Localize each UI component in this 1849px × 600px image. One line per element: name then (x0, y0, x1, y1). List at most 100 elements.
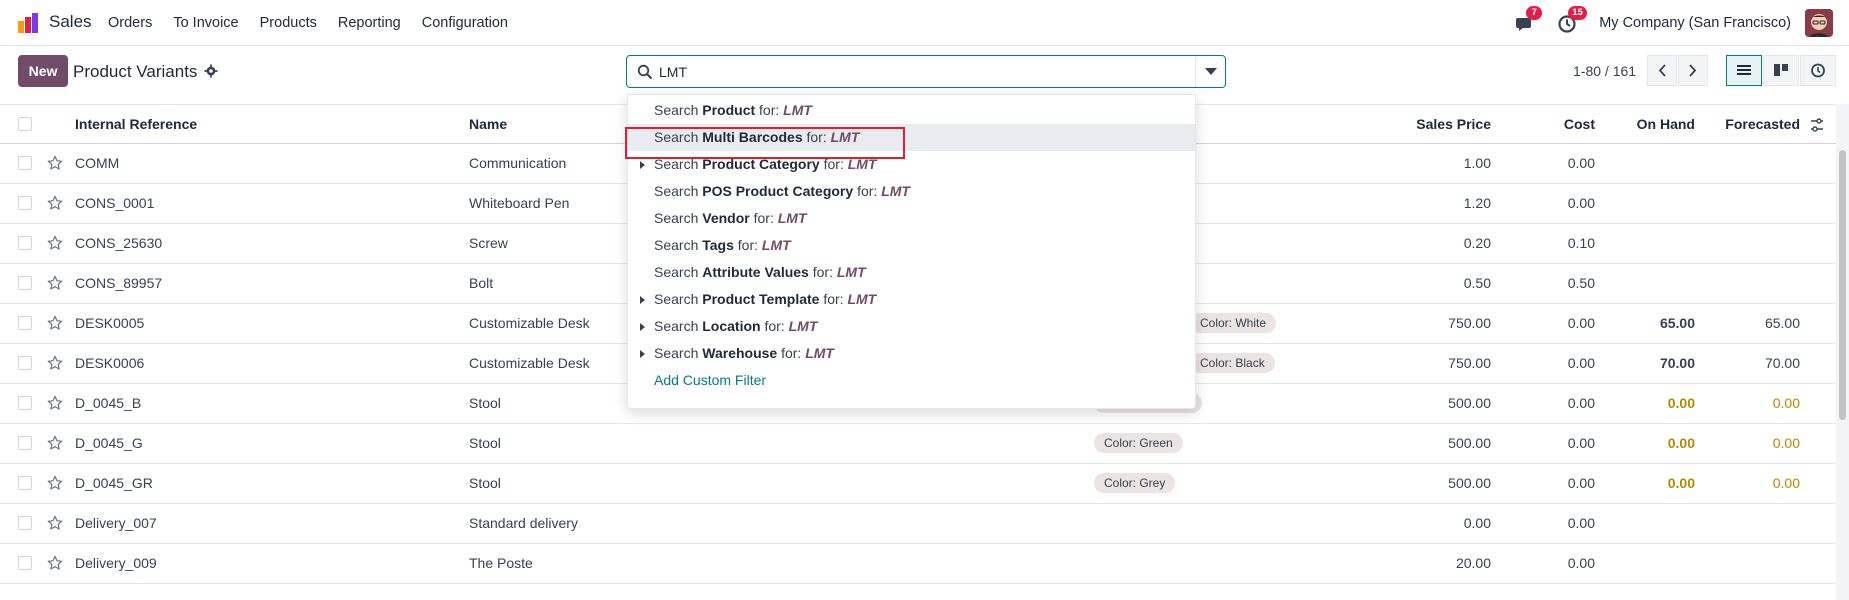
star-icon[interactable] (47, 155, 63, 171)
row-checkbox[interactable] (18, 396, 32, 410)
star-icon[interactable] (47, 435, 63, 451)
select-all-checkbox[interactable] (18, 117, 32, 131)
table-row[interactable]: Delivery_007 Standard delivery 0.00 0.00 (0, 504, 1836, 544)
new-button[interactable]: New (18, 55, 68, 87)
cell-internal-reference: DESK0005 (75, 315, 145, 331)
menu-orders[interactable]: Orders (108, 15, 152, 31)
search-field: Location (702, 318, 761, 334)
pager-value[interactable]: 1-80 / 161 (1573, 63, 1636, 79)
search-field: Multi Barcodes (702, 129, 803, 145)
row-checkbox[interactable] (18, 236, 32, 250)
table-row[interactable]: Delivery_009 The Poste 20.00 0.00 (0, 544, 1836, 584)
search-field: Vendor (702, 210, 750, 226)
star-icon[interactable] (47, 195, 63, 211)
pager-next-button[interactable] (1678, 55, 1708, 86)
row-checkbox[interactable] (18, 156, 32, 170)
search-input[interactable] (659, 56, 1179, 87)
cell-forecasted: 65.00 (1764, 315, 1800, 331)
row-checkbox[interactable] (18, 196, 32, 210)
search-box[interactable] (626, 55, 1226, 88)
search-field: POS Product Category (702, 183, 854, 199)
menu-configuration[interactable]: Configuration (422, 15, 508, 31)
table-row[interactable]: D_0045_G Stool Color: Green 500.00 0.00 … (0, 424, 1836, 464)
search-for: for: (823, 156, 844, 172)
search-for: for: (764, 318, 785, 334)
menu-to-invoice[interactable]: To Invoice (173, 15, 238, 31)
search-option-vendor[interactable]: Search Vendor for: LMT (628, 205, 1195, 232)
cell-name: Stool (469, 435, 501, 451)
star-icon[interactable] (47, 315, 63, 331)
star-icon[interactable] (47, 355, 63, 371)
column-on-hand[interactable]: On Hand (1575, 116, 1695, 132)
column-internal-reference[interactable]: Internal Reference (75, 116, 197, 132)
messages-button[interactable]: 7 (1515, 6, 1543, 34)
scrollbar[interactable] (1836, 104, 1849, 600)
add-custom-filter[interactable]: Add Custom Filter (628, 367, 1195, 394)
search-option-warehouse[interactable]: Search Warehouse for: LMT (628, 340, 1195, 367)
caret-right-icon[interactable] (640, 350, 645, 358)
search-option-location[interactable]: Search Location for: LMT (628, 313, 1195, 340)
cell-sales-price: 500.00 (1448, 395, 1491, 411)
cell-forecasted: 0.00 (1772, 395, 1800, 411)
search-option-product[interactable]: Search Product for: LMT (628, 97, 1195, 124)
search-for: for: (806, 129, 827, 145)
star-icon[interactable] (47, 475, 63, 491)
row-checkbox[interactable] (18, 316, 32, 330)
search-option-pos-product-category[interactable]: Search POS Product Category for: LMT (628, 178, 1195, 205)
star-icon[interactable] (47, 235, 63, 251)
app-name[interactable]: Sales (49, 12, 92, 32)
optional-columns-icon[interactable] (1809, 117, 1825, 133)
row-checkbox[interactable] (18, 476, 32, 490)
column-sales-price[interactable]: Sales Price (1371, 116, 1491, 132)
kanban-view-button[interactable] (1763, 55, 1799, 86)
search-query: LMT (881, 183, 910, 199)
list-view-button[interactable] (1726, 55, 1762, 86)
sales-app-icon[interactable] (16, 11, 40, 35)
star-icon[interactable] (47, 555, 63, 571)
menu-reporting[interactable]: Reporting (338, 15, 401, 31)
search-option-attribute-values[interactable]: Search Attribute Values for: LMT (628, 259, 1195, 286)
table-row[interactable]: D_0045_GR Stool Color: Grey 500.00 0.00 … (0, 464, 1836, 504)
gear-icon[interactable] (204, 64, 218, 78)
activities-button[interactable]: 15 (1557, 6, 1587, 34)
cell-sales-price: 500.00 (1448, 475, 1491, 491)
menu-products[interactable]: Products (260, 15, 317, 31)
search-for: for: (737, 237, 759, 253)
search-option-product-template[interactable]: Search Product Template for: LMT (628, 286, 1195, 313)
top-navbar: Sales Orders To Invoice Products Reporti… (0, 0, 1849, 46)
search-options-toggle[interactable] (1195, 56, 1225, 87)
row-checkbox[interactable] (18, 436, 32, 450)
cell-name: Customizable Desk (469, 315, 590, 331)
search-option-multi-barcodes[interactable]: Search Multi Barcodes for: LMT (628, 124, 1195, 151)
search-prefix: Search (654, 291, 699, 307)
activity-view-button[interactable] (1800, 55, 1836, 86)
pager-previous-button[interactable] (1647, 55, 1677, 86)
row-checkbox[interactable] (18, 356, 32, 370)
cell-sales-price: 0.50 (1463, 275, 1491, 291)
search-option-tags[interactable]: Search Tags for: LMT (628, 232, 1195, 259)
cell-name: Standard delivery (469, 515, 578, 531)
avatar[interactable] (1805, 9, 1833, 37)
row-checkbox[interactable] (18, 516, 32, 530)
caret-right-icon[interactable] (640, 161, 645, 169)
cell-sales-price: 750.00 (1448, 355, 1491, 371)
cell-name: Bolt (469, 275, 494, 291)
search-prefix: Search (654, 264, 699, 280)
add-custom-filter-label: Add Custom Filter (654, 372, 767, 388)
row-checkbox[interactable] (18, 556, 32, 570)
scrollbar-thumb[interactable] (1839, 150, 1846, 420)
star-icon[interactable] (47, 395, 63, 411)
search-prefix: Search (654, 183, 699, 199)
caret-right-icon[interactable] (640, 323, 645, 331)
row-checkbox[interactable] (18, 276, 32, 290)
star-icon[interactable] (47, 515, 63, 531)
search-option-product-category[interactable]: Search Product Category for: LMT (628, 151, 1195, 178)
cell-name: Whiteboard Pen (469, 195, 570, 211)
caret-right-icon[interactable] (640, 296, 645, 304)
star-icon[interactable] (47, 275, 63, 291)
column-forecasted[interactable]: Forecasted (1680, 116, 1800, 132)
cell-internal-reference: D_0045_B (75, 395, 142, 411)
attribute-tag: Color: Green (1094, 433, 1183, 453)
company-switcher[interactable]: My Company (San Francisco) (1599, 15, 1791, 31)
column-name[interactable]: Name (469, 116, 507, 132)
